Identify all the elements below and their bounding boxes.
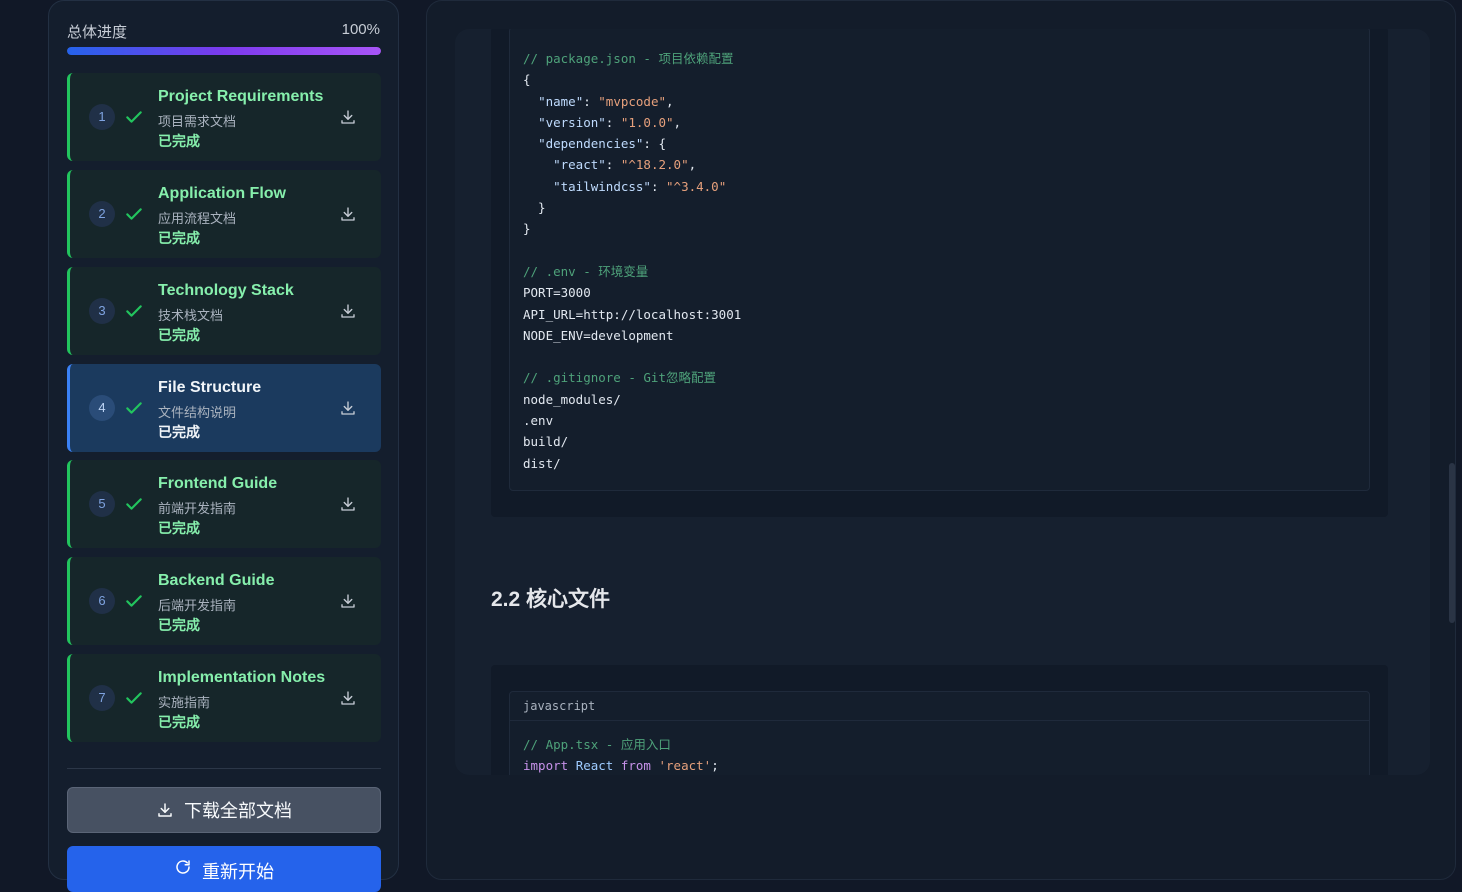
code-line: // App.tsx - 应用入口: [523, 737, 671, 752]
step-number: 4: [89, 395, 115, 421]
step-status: 已完成: [158, 133, 200, 149]
download-all-button[interactable]: 下载全部文档: [67, 787, 381, 833]
download-icon[interactable]: [339, 592, 357, 610]
step-status: 已完成: [158, 230, 200, 246]
step-item[interactable]: 6 Backend Guide 后端开发指南 已完成: [67, 557, 381, 645]
code-line: "react": "^18.2.0",: [553, 157, 697, 173]
code-block-inner: javascript // App.tsx - 应用入口 import Reac…: [509, 691, 1370, 775]
code-line: API_URL=http://localhost:3001: [523, 306, 742, 322]
code-language-label: javascript: [510, 692, 1369, 721]
code-line: }: [523, 221, 531, 237]
step-number: 2: [89, 201, 115, 227]
scrollbar-thumb[interactable]: [1449, 463, 1455, 623]
progress-sidebar: 总体进度 100% 1 Project Requirements 项目需求文档 已完成…: [48, 0, 399, 892]
step-subtitle: 文件结构说明: [158, 405, 237, 420]
step-item[interactable]: 1 Project Requirements 项目需求文档 已完成: [67, 73, 381, 161]
code-line: dist/: [523, 455, 561, 471]
code-line: "dependencies": {: [538, 136, 667, 152]
code-line: "name": "mvpcode",: [538, 93, 674, 109]
download-icon[interactable]: [339, 399, 357, 417]
restart-label: 重新开始: [202, 862, 274, 882]
step-item[interactable]: 7 Implementation Notes 实施指南已完成: [67, 654, 381, 742]
progress-bar: [67, 47, 381, 55]
code-block-inner: // package.json - 项目依赖配置 { "name": "mvpc…: [509, 29, 1370, 491]
step-status: 已完成: [158, 617, 200, 633]
section-heading: 2.2 核心文件: [491, 588, 611, 611]
check-icon: [126, 208, 142, 220]
step-number: 5: [89, 491, 115, 517]
step-subtitle: 项目需求文档: [158, 114, 237, 129]
step-title: Technology Stack: [158, 282, 294, 299]
code-line: // .gitignore - Git忽略配置: [523, 370, 716, 386]
code-line: NODE_ENV=development: [523, 327, 674, 343]
step-number: 3: [89, 298, 115, 324]
check-icon: [126, 402, 142, 414]
download-all-label: 下载全部文档: [184, 801, 292, 821]
step-number: 1: [89, 104, 115, 130]
code-content: // App.tsx - 应用入口 import React from 'rea…: [510, 721, 1369, 775]
progress-bar-fill: [67, 47, 381, 55]
code-line: // .env - 环境变量: [523, 263, 649, 279]
progress-value: 100%: [341, 21, 380, 38]
document-viewer: // package.json - 项目依赖配置 { "name": "mvpc…: [426, 0, 1456, 880]
code-line: PORT=3000: [523, 285, 591, 301]
download-icon[interactable]: [339, 205, 357, 223]
code-line: build/: [523, 434, 569, 450]
restart-button[interactable]: 重新开始: [67, 846, 381, 892]
step-title: File Structure: [158, 379, 262, 396]
code-line: }: [523, 200, 546, 216]
code-line: node_modules/: [523, 391, 621, 407]
progress-label: 总体进度: [67, 24, 128, 41]
step-item[interactable]: 2 Application Flow 应用流程文档 已完成: [67, 170, 381, 258]
step-item[interactable]: 4 File Structure 文件结构说明 已完成: [67, 364, 381, 452]
code-line: {: [523, 72, 531, 88]
step-status: 已完成: [158, 327, 200, 343]
check-icon: [126, 692, 142, 704]
code-line: "version": "1.0.0",: [538, 114, 682, 130]
check-icon: [126, 305, 142, 317]
code-content: // package.json - 项目依赖配置 { "name": "mvpc…: [510, 29, 1369, 474]
code-block: // package.json - 项目依赖配置 { "name": "mvpc…: [491, 29, 1388, 517]
code-block: javascript // App.tsx - 应用入口 import Reac…: [491, 665, 1388, 775]
step-item[interactable]: 3 Technology Stack 技术栈文档已完成: [67, 267, 381, 355]
step-title: Frontend Guide: [158, 475, 278, 492]
step-title: Project Requirements: [158, 88, 324, 105]
code-line: .env: [523, 413, 554, 429]
check-icon: [126, 111, 142, 123]
code-line: "tailwindcss": "^3.4.0": [553, 178, 727, 194]
step-title: Implementation Notes: [158, 669, 326, 686]
check-icon: [126, 498, 142, 510]
step-title: Application Flow: [158, 185, 286, 202]
step-item[interactable]: 5 Frontend Guide 前端开发指南 已完成: [67, 460, 381, 548]
check-icon: [126, 595, 142, 607]
step-status: 已完成: [158, 424, 200, 440]
step-subtitle: 应用流程文档: [158, 211, 237, 226]
document-content[interactable]: // package.json - 项目依赖配置 { "name": "mvpc…: [455, 29, 1430, 775]
download-icon[interactable]: [339, 302, 357, 320]
step-status: 已完成: [158, 714, 200, 730]
step-number: 6: [89, 588, 115, 614]
divider: [67, 768, 381, 769]
overall-progress: 总体进度 100%: [67, 21, 380, 41]
refresh-icon: [176, 860, 190, 874]
download-icon: [158, 803, 172, 817]
code-line: // package.json - 项目依赖配置: [523, 51, 734, 66]
code-line: import React from 'react';: [523, 758, 719, 774]
download-icon[interactable]: [339, 495, 357, 513]
step-number: 7: [89, 685, 115, 711]
step-subtitle: 后端开发指南: [158, 598, 237, 613]
step-subtitle: 前端开发指南: [158, 501, 237, 516]
step-title: Backend Guide: [158, 572, 275, 589]
step-subtitle: 技术栈文档: [158, 308, 224, 323]
step-subtitle: 实施指南: [158, 695, 211, 710]
download-icon[interactable]: [339, 108, 357, 126]
download-icon[interactable]: [339, 689, 357, 707]
step-status: 已完成: [158, 520, 200, 536]
